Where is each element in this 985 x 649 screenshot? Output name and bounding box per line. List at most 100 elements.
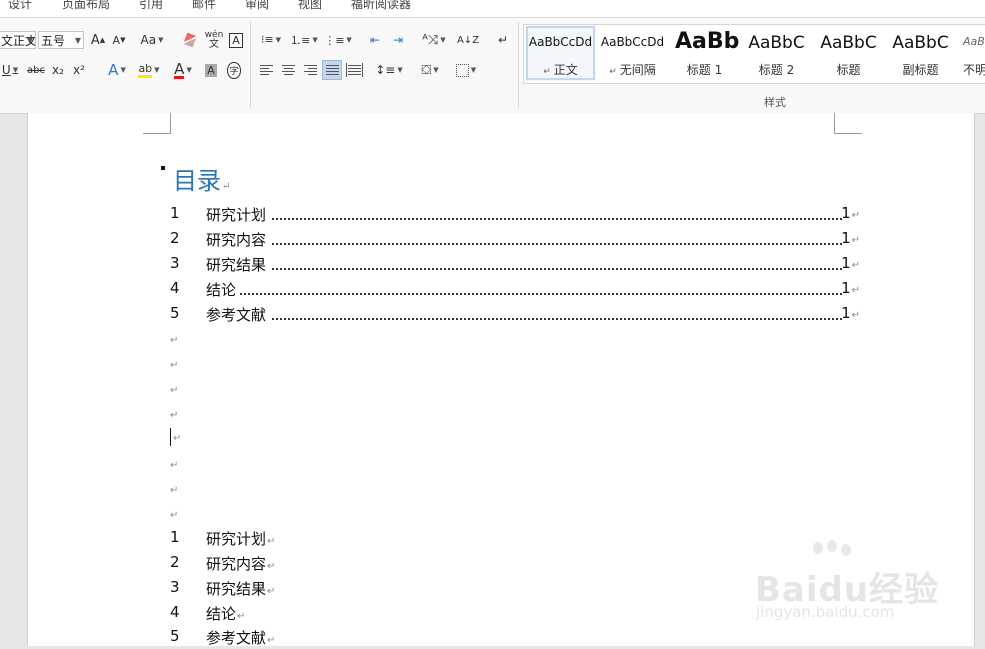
style-heading-2[interactable]: AaBbC 标题 2 <box>741 25 812 81</box>
style-normal[interactable]: AaBbCcDd ↵ 正文 <box>525 25 596 81</box>
sort-button[interactable]: A↓Z <box>456 30 480 50</box>
tab-foxit-reader[interactable]: 福昕阅读器 <box>351 0 411 12</box>
style-name: 副标题 <box>902 63 939 77</box>
font-size-select[interactable]: 五号 ▼ <box>38 31 84 49</box>
heading-paragraph[interactable]: 2 研究内容↵ <box>170 553 370 575</box>
dot-leader <box>272 218 842 220</box>
paw-icon <box>813 542 823 554</box>
chinese-layout-button[interactable]: ᴬ⤨ ▼ <box>418 30 450 50</box>
font-group: 文正文 ▼ 五号 ▼ A ▲ A ▼ Aa ▼ wén 文 A U ▼ abc x₂ x² A… <box>0 18 250 127</box>
grow-font-button[interactable]: A ▲ <box>89 30 107 50</box>
character-shading-button[interactable]: A <box>202 60 220 80</box>
line-spacing-button[interactable]: ↕≡ ▼ <box>373 60 405 80</box>
paragraph-bullet-mark <box>161 166 165 170</box>
dot-leader <box>240 293 842 295</box>
subscript-button[interactable]: x₂ <box>49 60 67 80</box>
style-name: ↵ 正文 <box>543 63 578 77</box>
dot-leader <box>272 318 842 320</box>
style-title[interactable]: AaBbC 标题 <box>813 25 884 81</box>
style-subtle-emphasis[interactable]: AaBb 不明 <box>957 25 985 81</box>
styles-gallery: AaBbCcDd ↵ 正文 AaBbCcDd ↵ 无间隔 AaBb 标题 1 A… <box>523 24 985 84</box>
border-grid-icon <box>455 63 469 77</box>
style-preview: AaBbC <box>820 33 877 53</box>
style-subtitle[interactable]: AaBbC 副标题 <box>885 25 956 81</box>
style-name: ↵ 无间隔 <box>609 63 656 77</box>
empty-paragraph-mark: ↵ <box>170 485 179 496</box>
bullet-list-icon: ⁝≡ <box>260 33 274 46</box>
empty-paragraph-mark: ↵ <box>170 460 179 471</box>
tab-mailings[interactable]: 邮件 <box>192 0 216 12</box>
superscript-button[interactable]: x² <box>70 60 88 80</box>
change-case-button[interactable]: Aa ▼ <box>137 30 167 50</box>
line-spacing-icon: ↕≡ <box>375 63 396 77</box>
eraser-icon <box>183 32 197 48</box>
heading-paragraph[interactable]: 3 研究结果↵ <box>170 578 370 600</box>
margin-corner-mark <box>834 113 862 134</box>
paragraph-mark-icon: ↵ <box>497 33 509 47</box>
style-name: 标题 <box>836 63 861 77</box>
baidu-watermark: Baidu经验 jingyan.baidu.com <box>755 540 955 630</box>
heading-paragraph[interactable]: 4 结论↵ <box>170 603 370 625</box>
distributed-button[interactable] <box>344 60 364 80</box>
indent-icon: ⇥ <box>392 33 404 47</box>
font-name-select[interactable]: 文正文 ▼ <box>0 31 36 49</box>
character-border-button[interactable]: A <box>227 30 245 50</box>
style-preview: AaBb <box>675 29 740 54</box>
toc-entry[interactable]: 1 研究计划 1↵ <box>170 204 860 226</box>
empty-paragraph-mark: ↵ <box>170 360 179 371</box>
toc-entry[interactable]: 4 结论 1↵ <box>170 279 860 301</box>
ribbon-tab-bar: 设计 页面布局 引用 邮件 审阅 视图 福昕阅读器 <box>0 0 985 18</box>
clear-formatting-button[interactable] <box>180 30 200 50</box>
paw-icon <box>841 544 851 556</box>
text-effects-button[interactable]: A ▼ <box>102 60 132 80</box>
empty-paragraph-mark: ↵ <box>170 510 179 521</box>
style-preview: AaBbC <box>748 33 805 53</box>
bullets-button[interactable]: ⁝≡ ▼ <box>256 30 286 50</box>
tab-view[interactable]: 视图 <box>298 0 322 12</box>
align-right-icon <box>303 63 317 77</box>
align-left-icon <box>259 63 273 77</box>
justify-button[interactable] <box>322 60 342 80</box>
numbering-button[interactable]: ⒈≡ ▼ <box>289 30 319 50</box>
underline-button[interactable]: U ▼ <box>0 60 22 80</box>
enclose-characters-button[interactable]: 字 <box>224 60 244 80</box>
align-left-button[interactable] <box>256 60 276 80</box>
align-center-button[interactable] <box>278 60 298 80</box>
borders-button[interactable]: ▼ <box>450 60 482 80</box>
phonetic-guide-button[interactable]: wén 文 <box>203 30 225 50</box>
paint-bucket-icon: ⛋ <box>421 62 432 78</box>
style-name: 标题 2 <box>758 63 795 77</box>
decrease-indent-button[interactable]: ⇤ <box>365 30 385 50</box>
style-preview: AaBbCcDd <box>528 35 593 49</box>
justify-icon <box>325 63 339 77</box>
style-preview: AaBbCcDd <box>600 35 665 49</box>
toc-entry[interactable]: 2 研究内容 1↵ <box>170 229 860 251</box>
style-name: 标题 1 <box>686 63 723 77</box>
style-no-spacing[interactable]: AaBbCcDd ↵ 无间隔 <box>597 25 668 81</box>
toc-entry[interactable]: 5 参考文献 1↵ <box>170 304 860 326</box>
strikethrough-button[interactable]: abc <box>25 60 47 80</box>
empty-paragraph-mark: ↵ <box>173 433 182 444</box>
multilevel-list-button[interactable]: ⋮≡ ▼ <box>322 30 354 50</box>
highlight-color-button[interactable]: ab ▼ <box>134 60 164 80</box>
distributed-icon <box>345 63 363 77</box>
empty-paragraph-mark: ↵ <box>170 385 179 396</box>
font-color-button[interactable]: A ▼ <box>168 60 198 80</box>
shrink-font-button[interactable]: A ▼ <box>110 30 128 50</box>
heading-paragraph[interactable]: 1 研究计划↵ <box>170 528 370 550</box>
multilevel-list-icon: ⋮≡ <box>324 33 345 47</box>
outdent-icon: ⇤ <box>369 33 381 47</box>
tab-references[interactable]: 引用 <box>139 0 163 12</box>
dot-leader <box>272 268 842 270</box>
dot-leader <box>272 243 842 245</box>
sort-az-icon: A↓Z <box>456 34 480 46</box>
style-heading-1[interactable]: AaBb 标题 1 <box>669 25 740 81</box>
align-right-button[interactable] <box>300 60 320 80</box>
tab-page-layout[interactable]: 页面布局 <box>62 0 110 12</box>
shading-button[interactable]: ⛋ ▼ <box>414 60 446 80</box>
tab-review[interactable]: 审阅 <box>245 0 269 12</box>
toc-entry[interactable]: 3 研究结果 1↵ <box>170 254 860 276</box>
tab-design[interactable]: 设计 <box>8 0 32 12</box>
show-marks-button[interactable]: ↵ <box>494 30 512 50</box>
increase-indent-button[interactable]: ⇥ <box>388 30 408 50</box>
